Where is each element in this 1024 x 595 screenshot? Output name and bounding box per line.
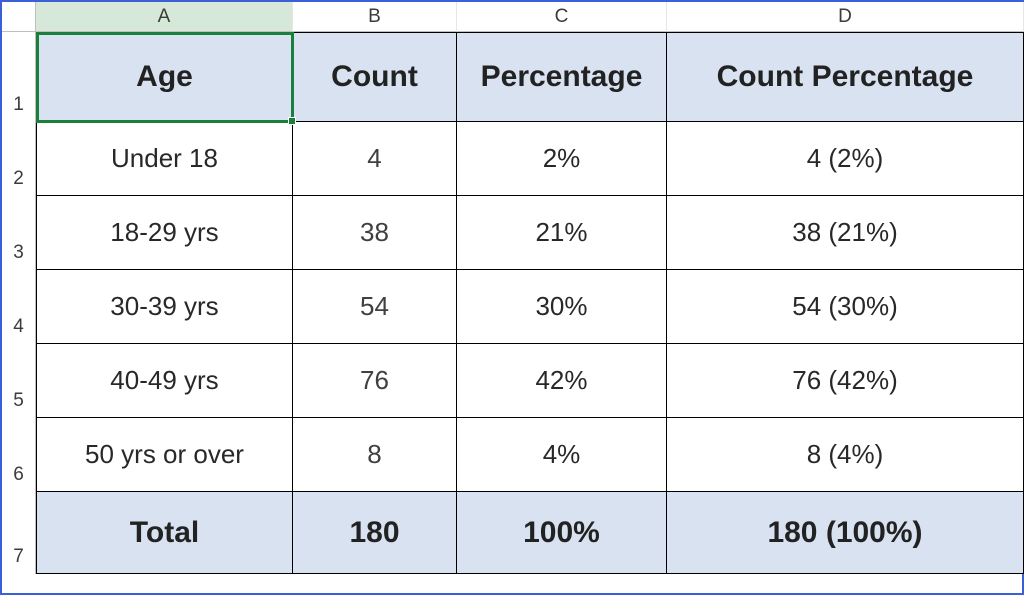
cell-A6[interactable]: 50 yrs or over [36, 418, 293, 492]
cell-A5[interactable]: 40-49 yrs [36, 344, 293, 418]
row-header-1[interactable]: 1 [2, 32, 36, 122]
cell-D4[interactable]: 54 (30%) [667, 270, 1024, 344]
cell-B7[interactable]: 180 [293, 492, 457, 574]
column-header-B[interactable]: B [293, 2, 457, 32]
row-header-4[interactable]: 4 [2, 270, 36, 344]
cell-B6[interactable]: 8 [293, 418, 457, 492]
cell-C3[interactable]: 21% [457, 196, 667, 270]
cell-D2[interactable]: 4 (2%) [667, 122, 1024, 196]
row-header-3[interactable]: 3 [2, 196, 36, 270]
cell-A4[interactable]: 30-39 yrs [36, 270, 293, 344]
row-header-2[interactable]: 2 [2, 122, 36, 196]
cell-A2[interactable]: Under 18 [36, 122, 293, 196]
cell-C2[interactable]: 2% [457, 122, 667, 196]
cell-C7[interactable]: 100% [457, 492, 667, 574]
column-header-D[interactable]: D [667, 2, 1024, 32]
cell-B3[interactable]: 38 [293, 196, 457, 270]
cell-C1[interactable]: Percentage [457, 32, 667, 122]
cell-D7[interactable]: 180 (100%) [667, 492, 1024, 574]
row-header-6[interactable]: 6 [2, 418, 36, 492]
cell-C5[interactable]: 42% [457, 344, 667, 418]
row-header-5[interactable]: 5 [2, 344, 36, 418]
cell-B2[interactable]: 4 [293, 122, 457, 196]
cell-A7[interactable]: Total [36, 492, 293, 574]
spreadsheet-window: A B C D 1 Age Count Percentage Count Per… [0, 0, 1024, 595]
column-header-C[interactable]: C [457, 2, 667, 32]
cell-B5[interactable]: 76 [293, 344, 457, 418]
cell-D5[interactable]: 76 (42%) [667, 344, 1024, 418]
cell-C6[interactable]: 4% [457, 418, 667, 492]
column-header-A[interactable]: A [36, 2, 293, 32]
cell-B1[interactable]: Count [293, 32, 457, 122]
cell-D6[interactable]: 8 (4%) [667, 418, 1024, 492]
cell-D3[interactable]: 38 (21%) [667, 196, 1024, 270]
cell-C4[interactable]: 30% [457, 270, 667, 344]
cell-A3[interactable]: 18-29 yrs [36, 196, 293, 270]
cell-A1[interactable]: Age [36, 32, 293, 122]
cell-B4[interactable]: 54 [293, 270, 457, 344]
cell-D1[interactable]: Count Percentage [667, 32, 1024, 122]
spreadsheet-grid[interactable]: A B C D 1 Age Count Percentage Count Per… [2, 2, 1022, 593]
select-all-corner[interactable] [2, 2, 36, 32]
row-header-7[interactable]: 7 [2, 492, 36, 574]
